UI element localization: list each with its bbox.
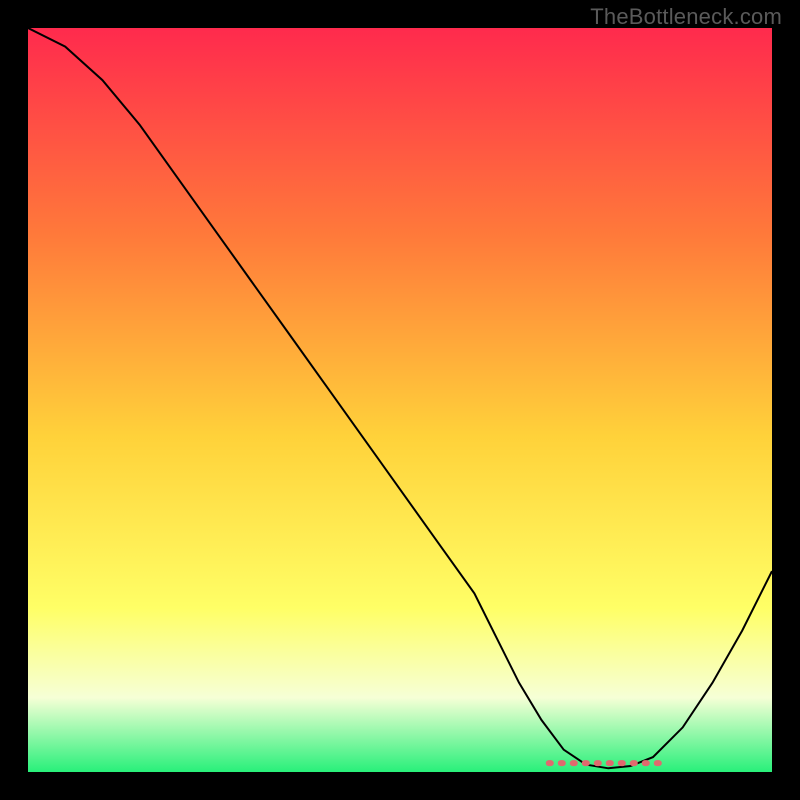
gradient-background <box>28 28 772 772</box>
watermark-text: TheBottleneck.com <box>590 4 782 30</box>
chart-svg <box>28 28 772 772</box>
chart-frame: TheBottleneck.com <box>0 0 800 800</box>
plot-area <box>28 28 772 772</box>
